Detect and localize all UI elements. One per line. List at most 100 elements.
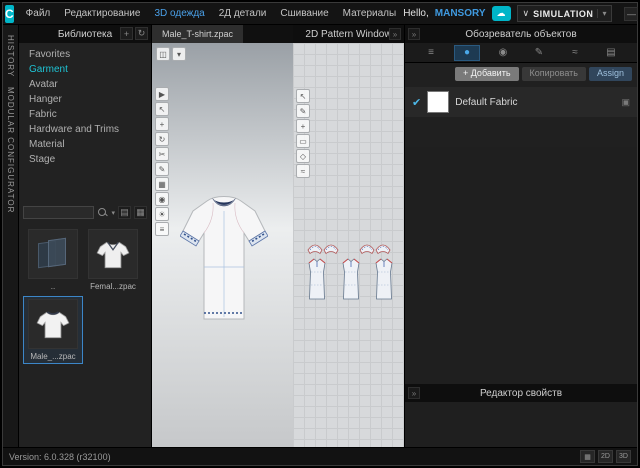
fabric-tab-icon[interactable]: ● xyxy=(454,45,480,61)
fabric-options-icon[interactable]: ▣ xyxy=(621,97,630,108)
viewport-3d-canvas[interactable]: ◫ ▾ ▶ ↖ + ↻ ✂ ✎ ▦ ◉ ☀ ≡ xyxy=(152,43,293,447)
object-browser-empty-area: » Редактор свойств xyxy=(405,147,637,447)
move-tool-icon[interactable]: + xyxy=(155,117,169,131)
pattern-2d-panel: 2D Pattern Window » ↖ ✎ + ▭ ◇ ≈ xyxy=(293,25,404,447)
add-fabric-button[interactable]: + Добавить xyxy=(455,67,519,81)
male-tshirt-thumbnail[interactable]: Male_...zpac xyxy=(24,297,82,363)
pattern-2d-title: 2D Pattern Window xyxy=(305,29,391,40)
tree-item-hardware-and-trims[interactable]: Hardware and Trims xyxy=(19,122,151,137)
history-rail-tab[interactable]: HISTORY xyxy=(6,35,15,77)
library-title: Библиотека xyxy=(58,29,112,40)
female-tshirt-icon xyxy=(94,235,132,273)
pattern-pieces-svg[interactable] xyxy=(305,239,397,305)
simulate-tool-icon[interactable]: ▶ xyxy=(155,87,169,101)
pen-tool-icon[interactable]: ✎ xyxy=(155,162,169,176)
scissors-tool-icon[interactable]: ✂ xyxy=(155,147,169,161)
property-editor-title: Редактор свойств xyxy=(480,388,562,399)
view-mode-caret-icon[interactable]: ▾ xyxy=(172,47,186,61)
menu-item-2d-pattern[interactable]: 2Д детали xyxy=(212,3,274,25)
right-panel: » Обозреватель объектов ≡ ● ◉ ✎ ≈ ▤ + До… xyxy=(404,25,637,447)
dock-arrow-icon[interactable]: » xyxy=(408,387,420,399)
viewport-3d: Male_T-shirt.zpac ◫ ▾ ▶ ↖ + ↻ ✂ ✎ ▦ ◉ ☀ … xyxy=(152,25,293,447)
thumbnail-label: Femal...zpac xyxy=(90,282,136,291)
polygon-tool-icon[interactable]: ◇ xyxy=(296,149,310,163)
folder-up-thumbnail[interactable]: .. xyxy=(24,227,82,293)
camera-tool-icon[interactable]: ◉ xyxy=(155,192,169,206)
library-header-icons: + ↻ xyxy=(120,27,148,40)
add-point-tool-icon[interactable]: + xyxy=(296,119,310,133)
tree-item-avatar[interactable]: Avatar xyxy=(19,77,151,92)
fabric-list-item[interactable]: ✔ Default Fabric ▣ xyxy=(405,87,637,117)
tree-item-material[interactable]: Material xyxy=(19,137,151,152)
edit-pattern-tool-icon[interactable]: ✎ xyxy=(296,104,310,118)
menu-item-file[interactable]: Файл xyxy=(19,3,58,25)
2d-view-badge[interactable]: 2D xyxy=(598,450,613,463)
sewing-tool-icon[interactable]: ≈ xyxy=(296,164,310,178)
rectangle-tool-icon[interactable]: ▭ xyxy=(296,134,310,148)
pattern-2d-header: 2D Pattern Window » xyxy=(293,25,404,43)
view-mode-icon[interactable]: ◫ xyxy=(156,47,170,61)
menu-item-materials[interactable]: Материалы xyxy=(336,3,404,25)
dock-arrow-icon[interactable]: » xyxy=(408,28,420,40)
rotate-tool-icon[interactable]: ↻ xyxy=(155,132,169,146)
search-caret-icon[interactable]: ▾ xyxy=(111,209,115,217)
simulation-caret-icon: ∨ xyxy=(523,8,530,19)
select-2d-tool-icon[interactable]: ↖ xyxy=(296,89,310,103)
modular-configurator-rail-tab[interactable]: MODULAR CONFIGURATOR xyxy=(6,87,15,213)
search-icon[interactable] xyxy=(97,207,108,218)
list-view-icon[interactable]: ▤ xyxy=(118,206,131,219)
cloud-icon: ☁ xyxy=(497,9,506,18)
menu-item-edit[interactable]: Редактирование xyxy=(57,3,147,25)
property-editor-header: » Редактор свойств xyxy=(405,384,637,402)
tree-item-favorites[interactable]: Favorites xyxy=(19,47,151,62)
pattern-2d-canvas[interactable]: ↖ ✎ + ▭ ◇ ≈ xyxy=(293,43,404,447)
cloud-sync-button[interactable]: ☁ xyxy=(492,6,511,21)
viewport-tab-bar: Male_T-shirt.zpac xyxy=(152,25,293,43)
light-tool-icon[interactable]: ☀ xyxy=(155,207,169,221)
topstitch-tab-icon[interactable]: ✎ xyxy=(526,45,552,61)
app-window: C Файл Редактирование 3D одежда 2Д детал… xyxy=(2,2,638,466)
thumbnail-label: .. xyxy=(51,282,55,291)
object-list-tab-icon[interactable]: ≡ xyxy=(418,45,444,61)
pattern-2d-toolbar: ↖ ✎ + ▭ ◇ ≈ xyxy=(296,89,310,178)
simulation-dropdown[interactable]: ∨ SIMULATION ▾ xyxy=(517,5,613,22)
app-logo[interactable]: C xyxy=(5,5,14,23)
menu-tool-icon[interactable]: ≡ xyxy=(155,222,169,236)
garment-tab[interactable]: Male_T-shirt.zpac xyxy=(152,25,243,43)
tshirt-3d-render[interactable] xyxy=(180,187,268,337)
fabric-actions: + Добавить Копировать Assign xyxy=(405,63,637,85)
female-tshirt-thumbnail[interactable]: Femal...zpac xyxy=(84,227,142,293)
tree-item-hanger[interactable]: Hanger xyxy=(19,92,151,107)
object-browser-title: Обозреватель объектов xyxy=(465,29,576,40)
tree-item-stage[interactable]: Stage xyxy=(19,152,151,167)
minimize-button[interactable]: — xyxy=(624,7,638,21)
library-add-icon[interactable]: + xyxy=(120,27,133,40)
library-refresh-icon[interactable]: ↻ xyxy=(135,27,148,40)
menu-item-3d-garment[interactable]: 3D одежда xyxy=(147,3,211,25)
assign-fabric-button[interactable]: Assign xyxy=(589,67,632,81)
menu-item-sewing[interactable]: Сшивание xyxy=(273,3,335,25)
library-search-row: ▾ ▤ ▦ xyxy=(23,206,147,219)
fabric-name: Default Fabric xyxy=(455,97,615,108)
3d-view-badge[interactable]: 3D xyxy=(616,450,631,463)
copy-fabric-button[interactable]: Копировать xyxy=(522,67,586,81)
library-thumbnails: .. Femal...zpac Male_... xyxy=(23,225,149,365)
chevron-down-icon: ▾ xyxy=(597,9,606,18)
tree-item-fabric[interactable]: Fabric xyxy=(19,107,151,122)
greeting-text: Hello, xyxy=(403,8,429,19)
stitch-tab-icon[interactable]: ≈ xyxy=(562,45,588,61)
library-header: Библиотека + ↻ xyxy=(19,25,151,43)
render-settings-icon[interactable]: ▦ xyxy=(580,450,595,463)
select-tool-icon[interactable]: ↖ xyxy=(155,102,169,116)
trim-tab-icon[interactable]: ▤ xyxy=(598,45,624,61)
grid-view-icon[interactable]: ▦ xyxy=(134,206,147,219)
library-search-input[interactable] xyxy=(23,206,94,219)
dock-arrow-icon[interactable]: » xyxy=(389,28,401,40)
viewport-toolbar: ▶ ↖ + ↻ ✂ ✎ ▦ ◉ ☀ ≡ xyxy=(155,87,169,236)
fabric-swatch[interactable] xyxy=(427,91,449,113)
button-tab-icon[interactable]: ◉ xyxy=(490,45,516,61)
tree-item-garment[interactable]: Garment xyxy=(19,62,151,77)
female-tshirt-preview xyxy=(88,229,138,279)
texture-tool-icon[interactable]: ▦ xyxy=(155,177,169,191)
username-text[interactable]: MANSORY xyxy=(435,8,486,19)
